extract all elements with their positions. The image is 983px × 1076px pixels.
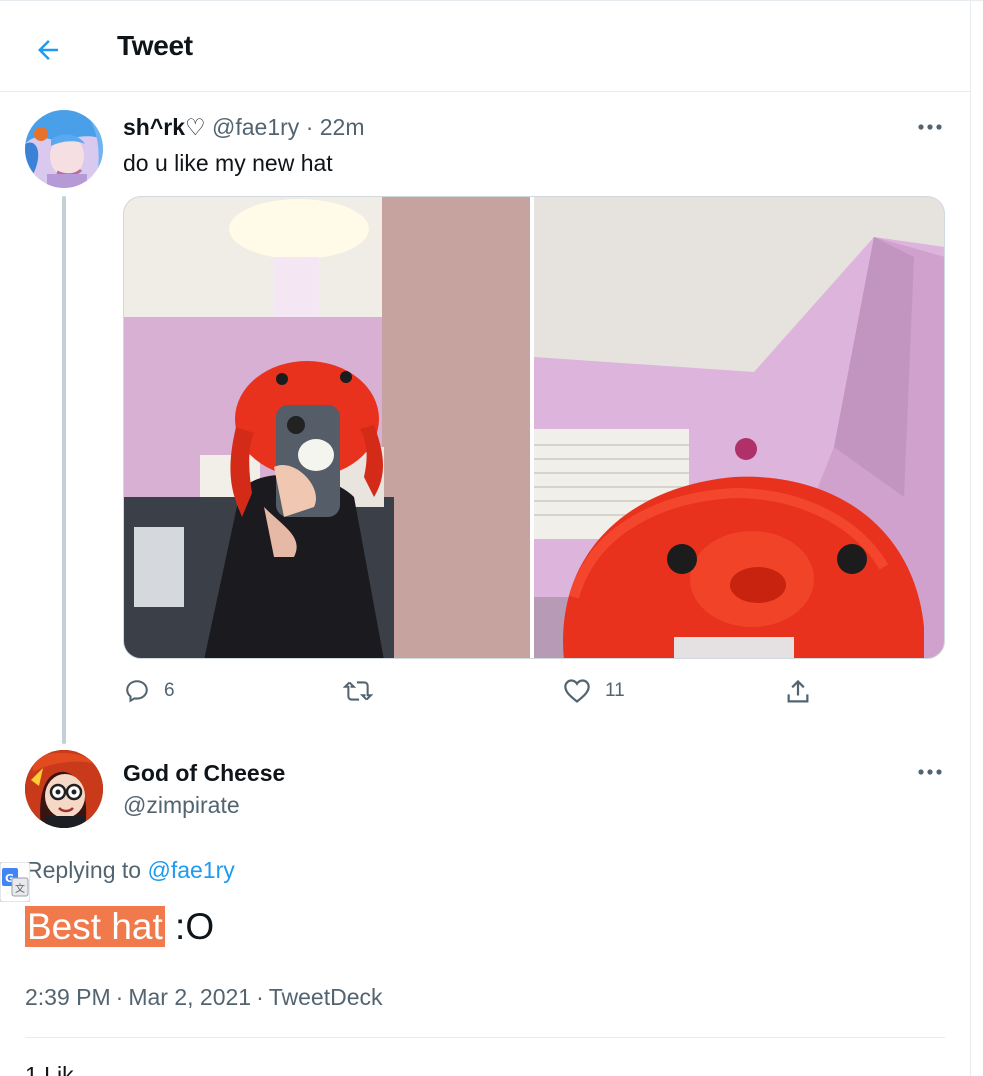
photo-mirror-selfie[interactable]	[124, 197, 531, 658]
more-options-button[interactable]	[910, 115, 950, 139]
tweet-timestamp-time[interactable]: 2:39 PM	[25, 984, 111, 1010]
retweet-action[interactable]	[343, 678, 387, 704]
reply-author-handle[interactable]: @zimpirate	[123, 792, 240, 819]
dot-separator: ·	[305, 114, 314, 140]
avatar-fae1ry[interactable]	[25, 110, 103, 188]
tweet-author-row: sh^rk♡ @fae1ry · 22m	[123, 114, 365, 141]
photo-hat-closeup[interactable]	[534, 197, 944, 658]
tweet-source-link[interactable]: TweetDeck	[269, 984, 383, 1010]
share-icon	[787, 679, 809, 703]
heart-icon	[564, 679, 590, 703]
reply-action[interactable]: 6	[124, 678, 175, 704]
like-count: 11	[605, 680, 625, 701]
back-button[interactable]	[24, 26, 72, 74]
avatar-zimpirate[interactable]	[25, 750, 103, 828]
reply-count: 6	[164, 680, 175, 701]
thread-line	[62, 196, 66, 744]
arrow-left-icon	[38, 40, 58, 60]
reply-text-rest: :O	[164, 906, 215, 947]
tweet-media	[123, 196, 945, 659]
like-action[interactable]: 11	[563, 678, 625, 704]
share-action[interactable]	[784, 678, 812, 706]
author-display-name[interactable]: sh^rk♡	[123, 114, 206, 140]
replying-to-line: Replying to @fae1ry	[26, 857, 235, 884]
column-border	[970, 0, 971, 1076]
reply-author-display-name[interactable]: God of Cheese	[123, 760, 285, 787]
retweet-icon	[343, 681, 373, 701]
author-handle[interactable]: @fae1ry	[212, 114, 299, 140]
tweet-text: do u like my new hat	[123, 150, 333, 176]
divider	[25, 1037, 945, 1038]
reply-text: Best hat :O	[25, 906, 214, 948]
svg-text:文: 文	[15, 882, 25, 895]
replying-to-handle-link[interactable]: @fae1ry	[147, 857, 234, 883]
likes-count-peek[interactable]: 1 Lik	[25, 1062, 74, 1076]
tweet-metadata: 2:39 PM · Mar 2, 2021 · TweetDeck	[25, 984, 383, 1011]
google-translate-icon[interactable]: G 文	[0, 861, 31, 903]
more-dots-icon	[918, 769, 942, 775]
reply-icon	[126, 680, 148, 703]
page-title: Tweet	[117, 30, 193, 61]
tweet-time[interactable]: 22m	[320, 114, 365, 140]
dot-separator: ·	[115, 984, 124, 1010]
dot-separator: ·	[256, 984, 264, 1010]
tweet-timestamp-date[interactable]: Mar 2, 2021	[128, 984, 251, 1010]
replying-to-label: Replying to	[26, 857, 148, 883]
reply-more-options-button[interactable]	[910, 760, 950, 784]
more-dots-icon	[918, 124, 942, 130]
highlighted-text: Best hat	[25, 906, 165, 947]
page-header: Tweet	[0, 4, 970, 92]
